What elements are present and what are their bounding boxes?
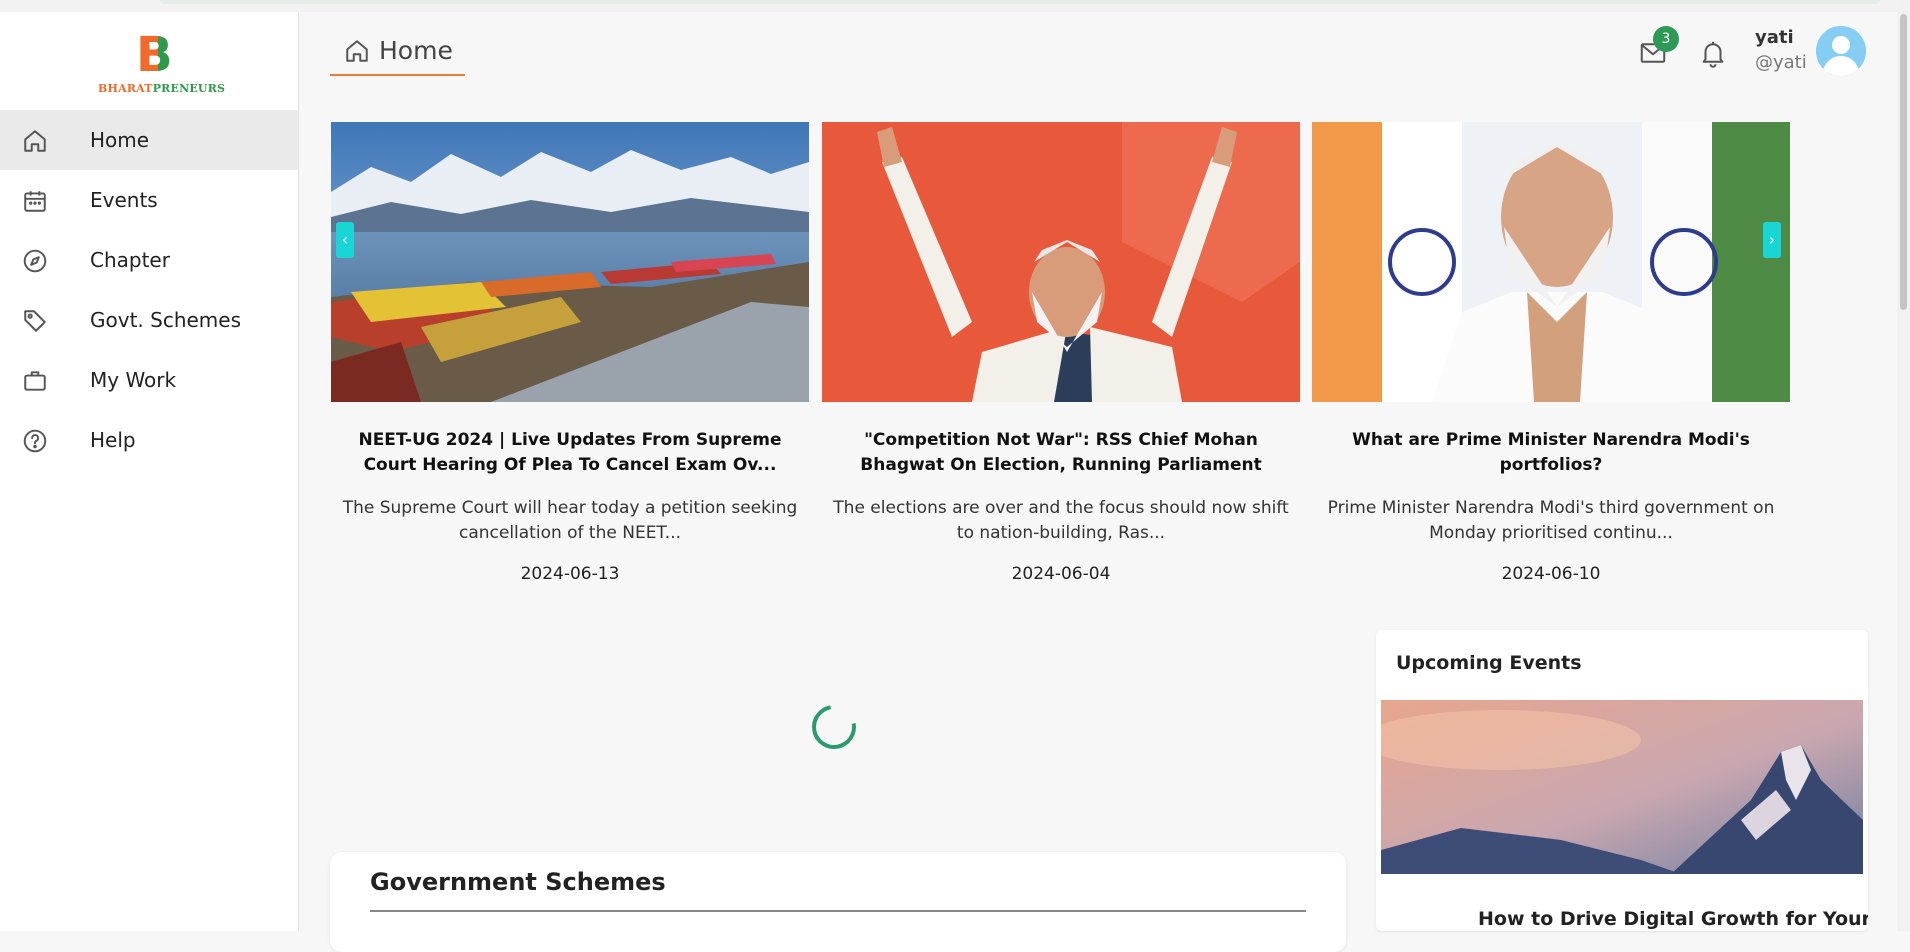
home-icon	[344, 38, 370, 64]
sidebar-item-label: Help	[90, 428, 136, 452]
sidebar: BB BHARATPRENEURS Home Events Chapter Go…	[0, 12, 299, 931]
news-summary: Prime Minister Narendra Modi's third gov…	[1327, 498, 1775, 543]
event-image-mountain-sunset[interactable]	[1381, 700, 1863, 874]
bell-icon[interactable]	[1698, 38, 1728, 68]
carousel-next-button[interactable]: ›	[1763, 222, 1781, 258]
page-scrollbar[interactable]	[1897, 0, 1910, 931]
loading-spinner	[803, 696, 865, 758]
sidebar-item-govt-schemes[interactable]: Govt. Schemes	[0, 290, 298, 350]
sidebar-item-my-work[interactable]: My Work	[0, 350, 298, 410]
compass-icon	[22, 248, 48, 274]
news-image-prime-minister-namaste	[1312, 122, 1790, 402]
tab-home[interactable]: Home	[330, 28, 465, 76]
user-name[interactable]: yati	[1755, 27, 1794, 48]
top-browser-strip	[0, 0, 1910, 12]
news-date: 2024-06-10	[1501, 564, 1601, 584]
scrollbar-thumb[interactable]	[1900, 14, 1907, 310]
top-strip-pill	[160, 0, 1880, 4]
news-title: NEET-UG 2024 | Live Updates From Supreme…	[358, 430, 782, 475]
briefcase-icon	[22, 368, 48, 394]
sidebar-item-home[interactable]: Home	[0, 110, 298, 170]
sidebar-item-chapter[interactable]: Chapter	[0, 230, 298, 290]
logo-tagline: BHARATPRENEURS	[98, 82, 226, 95]
sidebar-item-label: Home	[90, 128, 150, 152]
news-summary: The elections are over and the focus sho…	[833, 498, 1289, 543]
government-schemes-panel: Government Schemes	[330, 852, 1346, 952]
news-image-kashmir-lake	[331, 122, 809, 402]
news-summary: The Supreme Court will hear today a peti…	[342, 498, 798, 543]
sidebar-item-help[interactable]: Help	[0, 410, 298, 470]
section-divider	[370, 910, 1306, 912]
news-card[interactable]: What are Prime Minister Narendra Modi's …	[1312, 122, 1790, 584]
help-circle-icon	[22, 428, 48, 454]
government-schemes-heading: Government Schemes	[370, 868, 666, 896]
upcoming-events-heading: Upcoming Events	[1396, 652, 1582, 674]
news-date: 2024-06-13	[520, 564, 620, 584]
sidebar-item-label: My Work	[90, 368, 177, 392]
brand-logo[interactable]: BB BHARATPRENEURS	[98, 27, 225, 98]
carousel-prev-button[interactable]: ‹	[336, 222, 354, 258]
sidebar-item-events[interactable]: Events	[0, 170, 298, 230]
news-image-rally-celebration	[822, 122, 1300, 402]
event-title[interactable]: How to Drive Digital Growth for Your	[1478, 908, 1868, 930]
mail-count-badge: 3	[1653, 26, 1679, 52]
calendar-icon	[22, 188, 48, 214]
news-date: 2024-06-04	[1011, 564, 1111, 584]
sidebar-item-label: Govt. Schemes	[90, 308, 242, 332]
user-handle: @yati	[1755, 52, 1807, 73]
home-icon	[22, 128, 48, 154]
sidebar-item-label: Chapter	[90, 248, 170, 272]
news-title: "Competition Not War": RSS Chief Mohan B…	[860, 430, 1262, 475]
upcoming-events-panel: Upcoming Events How to Drive Digital Gro…	[1376, 630, 1868, 931]
news-card[interactable]: "Competition Not War": RSS Chief Mohan B…	[822, 122, 1300, 584]
avatar[interactable]	[1816, 26, 1866, 76]
tag-icon	[22, 308, 48, 334]
logo-letter: BB	[136, 27, 173, 83]
news-card[interactable]: NEET-UG 2024 | Live Updates From Supreme…	[331, 122, 809, 584]
sidebar-item-label: Events	[90, 188, 158, 212]
page-title: Home	[379, 36, 453, 65]
news-title: What are Prime Minister Narendra Modi's …	[1352, 430, 1750, 475]
sidebar-nav: Home Events Chapter Govt. Schemes My Wor…	[0, 110, 298, 470]
